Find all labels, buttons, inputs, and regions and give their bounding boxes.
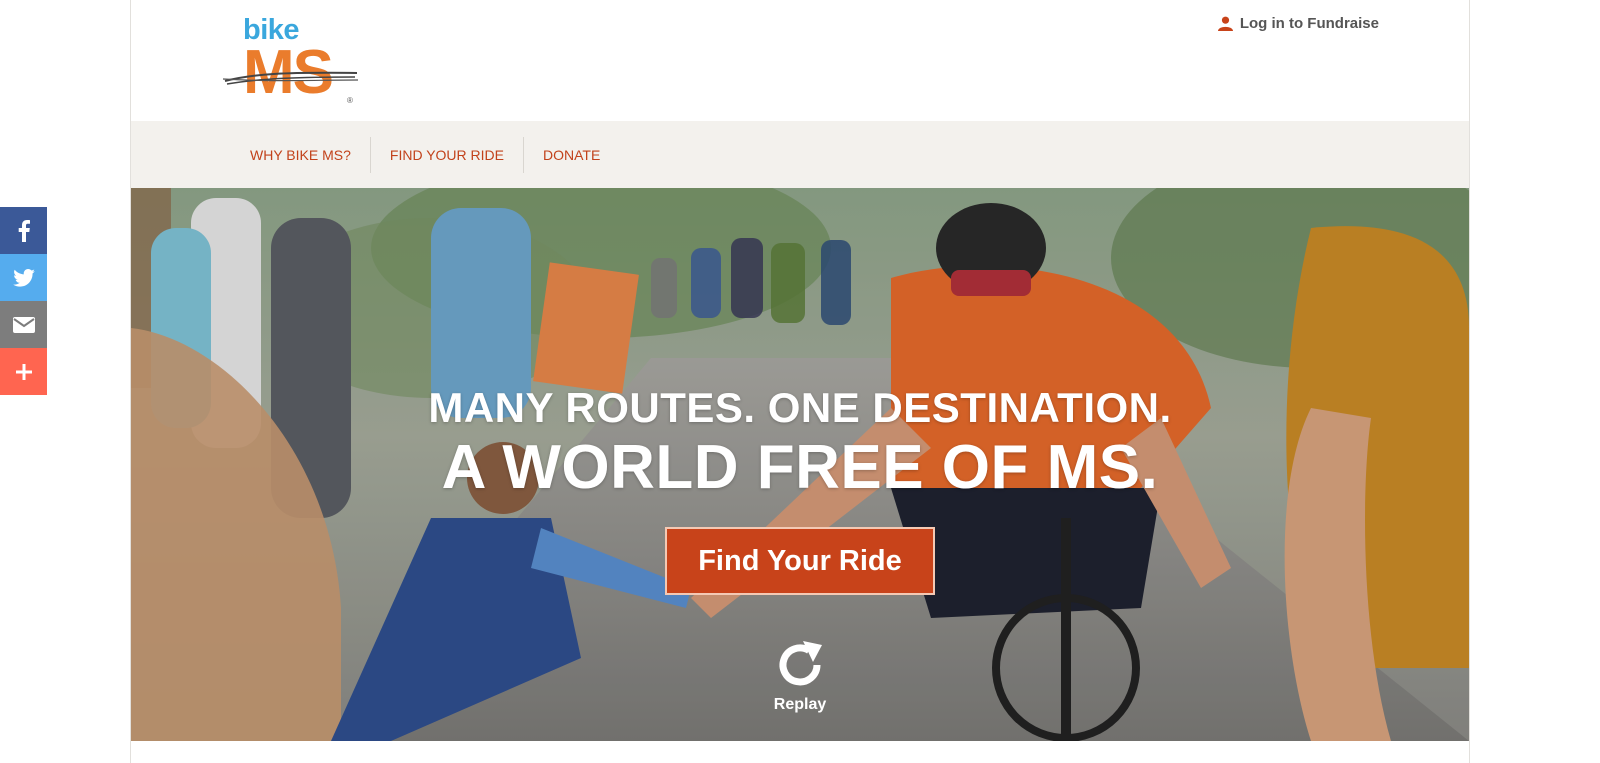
logo-registered-mark: ® [347, 96, 353, 105]
find-your-ride-button[interactable]: Find Your Ride [665, 527, 935, 595]
nav-item-why-bike-ms[interactable]: WHY BIKE MS? [231, 137, 370, 173]
nav-item-donate[interactable]: DONATE [524, 137, 619, 173]
hero-headline-line1: MANY ROUTES. ONE DESTINATION. [428, 384, 1172, 431]
plus-icon [15, 363, 32, 380]
more-share-button[interactable] [0, 348, 47, 395]
replay-button[interactable]: Replay [755, 638, 845, 714]
main-nav: WHY BIKE MS? FIND YOUR RIDE DONATE [131, 121, 1469, 188]
user-icon [1217, 16, 1233, 31]
hero-headline-line2: A WORLD FREE OF MS. [441, 433, 1159, 502]
login-to-fundraise-link[interactable]: Log in to Fundraise [1217, 15, 1379, 32]
facebook-icon [18, 219, 30, 242]
page-container: bike MS ® Log in to Fundraise WHY BIKE M… [130, 0, 1470, 763]
twitter-share-button[interactable] [0, 254, 47, 301]
twitter-icon [12, 268, 35, 287]
login-label: Log in to Fundraise [1239, 15, 1379, 32]
social-share-bar [0, 207, 47, 395]
replay-icon [779, 641, 822, 686]
email-share-button[interactable] [0, 301, 47, 348]
replay-label: Replay [773, 696, 827, 713]
email-icon [12, 316, 35, 333]
facebook-share-button[interactable] [0, 207, 47, 254]
nav-item-find-your-ride[interactable]: FIND YOUR RIDE [371, 137, 523, 173]
site-header: bike MS ® Log in to Fundraise [131, 0, 1469, 121]
hero-banner: MANY ROUTES. ONE DESTINATION. A WORLD FR… [131, 188, 1469, 741]
bike-ms-logo[interactable]: bike MS ® [223, 12, 363, 108]
logo-strike-icon [223, 71, 359, 85]
